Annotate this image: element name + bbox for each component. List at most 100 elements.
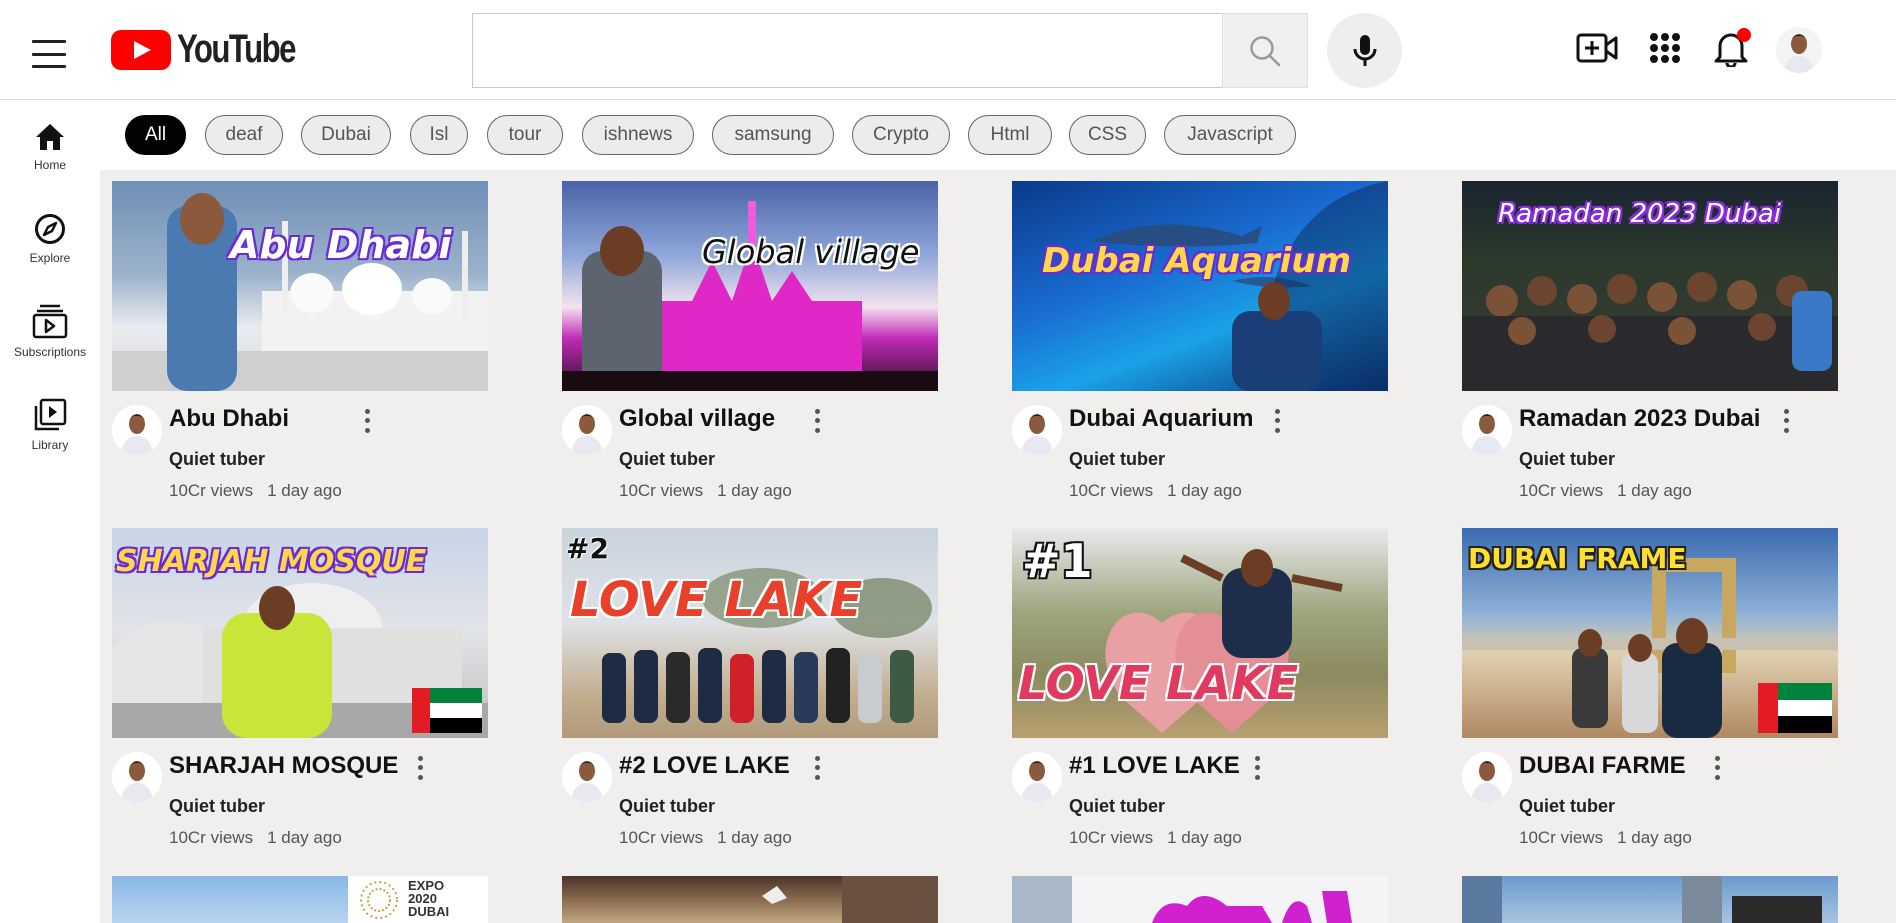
channel-name[interactable]: Quiet tuber bbox=[619, 449, 715, 470]
sidebar-item-subscriptions[interactable]: Subscriptions bbox=[0, 303, 100, 359]
subscriptions-icon bbox=[32, 304, 68, 339]
sidebar-item-library[interactable]: Library bbox=[0, 398, 100, 452]
view-count: 10Cr views bbox=[619, 828, 704, 847]
upload-age: 1 day ago bbox=[717, 481, 792, 500]
channel-avatar[interactable] bbox=[562, 405, 612, 455]
channel-avatar[interactable] bbox=[1012, 752, 1062, 802]
channel-name[interactable]: Quiet tuber bbox=[1519, 449, 1615, 470]
channel-avatar[interactable] bbox=[1462, 752, 1512, 802]
apps-button[interactable] bbox=[1643, 26, 1687, 70]
upload-age: 1 day ago bbox=[1167, 828, 1242, 847]
voice-search-button[interactable] bbox=[1327, 13, 1402, 88]
chip-all[interactable]: All bbox=[125, 115, 186, 155]
video-title[interactable]: Abu Dhabi bbox=[169, 405, 289, 433]
video-card: Dubai Aquarium Dubai Aquarium Quiet tube… bbox=[1012, 181, 1388, 500]
chip-dubai[interactable]: Dubai bbox=[301, 115, 391, 155]
thumbnail-text: Ramadan 2023 Dubai bbox=[1498, 199, 1782, 229]
more-options-icon[interactable] bbox=[1250, 754, 1264, 782]
upload-age: 1 day ago bbox=[1167, 481, 1242, 500]
search-box bbox=[472, 13, 1223, 88]
view-count: 10Cr views bbox=[619, 481, 704, 500]
video-thumbnail[interactable]: Abu Dhabi bbox=[112, 181, 488, 391]
video-thumbnail[interactable]: Dubai Aquarium bbox=[1012, 181, 1388, 391]
video-meta: 10Cr views 1 day ago bbox=[169, 828, 342, 848]
video-meta: 10Cr views 1 day ago bbox=[619, 828, 792, 848]
channel-avatar[interactable] bbox=[112, 405, 162, 455]
notification-dot bbox=[1737, 28, 1751, 42]
youtube-logo[interactable]: YouTube bbox=[111, 27, 328, 72]
channel-name[interactable]: Quiet tuber bbox=[619, 796, 715, 817]
video-title[interactable]: Dubai Aquarium bbox=[1069, 405, 1253, 433]
video-thumbnail[interactable]: EXPO 2020 DUBAI bbox=[112, 876, 488, 923]
apps-grid-icon bbox=[1650, 33, 1680, 63]
video-title[interactable]: Ramadan 2023 Dubai bbox=[1519, 405, 1760, 433]
expo-text: EXPO 2020 DUBAI bbox=[408, 878, 450, 919]
chip-javascript[interactable]: Javascript bbox=[1164, 115, 1296, 155]
chip-html[interactable]: Html bbox=[968, 115, 1052, 155]
sidebar-item-home[interactable]: Home bbox=[0, 122, 100, 172]
more-options-icon[interactable] bbox=[1270, 407, 1284, 435]
more-options-icon[interactable] bbox=[413, 754, 427, 782]
search-icon bbox=[1250, 35, 1281, 66]
channel-name[interactable]: Quiet tuber bbox=[1069, 796, 1165, 817]
video-thumbnail[interactable]: Global village bbox=[562, 181, 938, 391]
video-meta: 10Cr views 1 day ago bbox=[1519, 828, 1692, 848]
thumbnail-text: Global village bbox=[702, 233, 920, 271]
search-button[interactable] bbox=[1222, 13, 1308, 88]
compass-icon bbox=[35, 214, 65, 244]
search-input[interactable] bbox=[473, 14, 1223, 87]
video-thumbnail[interactable]: #1 LOVE LAKE bbox=[1012, 528, 1388, 738]
video-title[interactable]: #2 LOVE LAKE bbox=[619, 752, 790, 780]
create-video-button[interactable] bbox=[1575, 26, 1619, 70]
chip-tour[interactable]: tour bbox=[487, 115, 563, 155]
channel-avatar[interactable] bbox=[112, 752, 162, 802]
sidebar: Home Explore Subscriptions Library bbox=[0, 100, 100, 923]
channel-avatar[interactable] bbox=[562, 752, 612, 802]
video-card: EXPO 2020 DUBAI bbox=[112, 876, 488, 923]
notifications-button[interactable] bbox=[1709, 26, 1753, 70]
video-card: DUBAI FRAME DUBAI FARME Quiet tuber 10Cr… bbox=[1462, 528, 1838, 847]
channel-avatar[interactable] bbox=[1462, 405, 1512, 455]
video-title[interactable]: DUBAI FARME bbox=[1519, 752, 1686, 780]
video-title[interactable]: SHARJAH MOSQUE bbox=[169, 752, 398, 780]
video-thumbnail[interactable]: SHARJAH MOSQUE bbox=[112, 528, 488, 738]
chip-deaf[interactable]: deaf bbox=[205, 115, 283, 155]
thumbnail-text: Dubai Aquarium bbox=[1042, 241, 1352, 281]
channel-name[interactable]: Quiet tuber bbox=[1069, 449, 1165, 470]
more-options-icon[interactable] bbox=[810, 754, 824, 782]
chip-samsung[interactable]: samsung bbox=[712, 115, 834, 155]
video-thumbnail[interactable] bbox=[1012, 876, 1388, 923]
channel-name[interactable]: Quiet tuber bbox=[169, 796, 265, 817]
youtube-logo-icon bbox=[111, 29, 171, 70]
thumbnail-text: LOVE LAKE bbox=[1018, 656, 1299, 710]
menu-icon[interactable] bbox=[32, 40, 66, 68]
video-thumbnail[interactable] bbox=[1462, 876, 1838, 923]
video-title[interactable]: #1 LOVE LAKE bbox=[1069, 752, 1240, 780]
video-thumbnail[interactable]: DUBAI FRAME bbox=[1462, 528, 1838, 738]
main-content: All deaf Dubai Isl tour ishnews samsung … bbox=[100, 100, 1896, 923]
channel-name[interactable]: Quiet tuber bbox=[169, 449, 265, 470]
view-count: 10Cr views bbox=[1519, 828, 1604, 847]
video-card bbox=[1012, 876, 1388, 923]
more-options-icon[interactable] bbox=[1779, 407, 1793, 435]
video-thumbnail[interactable]: Ramadan 2023 Dubai bbox=[1462, 181, 1838, 391]
top-header: YouTube bbox=[0, 0, 1896, 100]
chip-css[interactable]: CSS bbox=[1069, 115, 1146, 155]
more-options-icon[interactable] bbox=[1710, 754, 1724, 782]
channel-avatar[interactable] bbox=[1012, 405, 1062, 455]
user-avatar[interactable] bbox=[1776, 27, 1822, 73]
video-title[interactable]: Global village bbox=[619, 405, 775, 433]
chip-ishnews[interactable]: ishnews bbox=[582, 115, 694, 155]
video-card bbox=[1462, 876, 1838, 923]
logo-text: YouTube bbox=[177, 27, 296, 71]
more-options-icon[interactable] bbox=[810, 407, 824, 435]
video-thumbnail[interactable]: #2 LOVE LAKE bbox=[562, 528, 938, 738]
view-count: 10Cr views bbox=[1069, 828, 1154, 847]
chip-crypto[interactable]: Crypto bbox=[852, 115, 950, 155]
thumbnail-badge: #1 bbox=[1022, 534, 1093, 588]
video-thumbnail[interactable] bbox=[562, 876, 938, 923]
sidebar-item-explore[interactable]: Explore bbox=[0, 213, 100, 265]
chip-isl[interactable]: Isl bbox=[410, 115, 468, 155]
more-options-icon[interactable] bbox=[360, 407, 374, 435]
channel-name[interactable]: Quiet tuber bbox=[1519, 796, 1615, 817]
